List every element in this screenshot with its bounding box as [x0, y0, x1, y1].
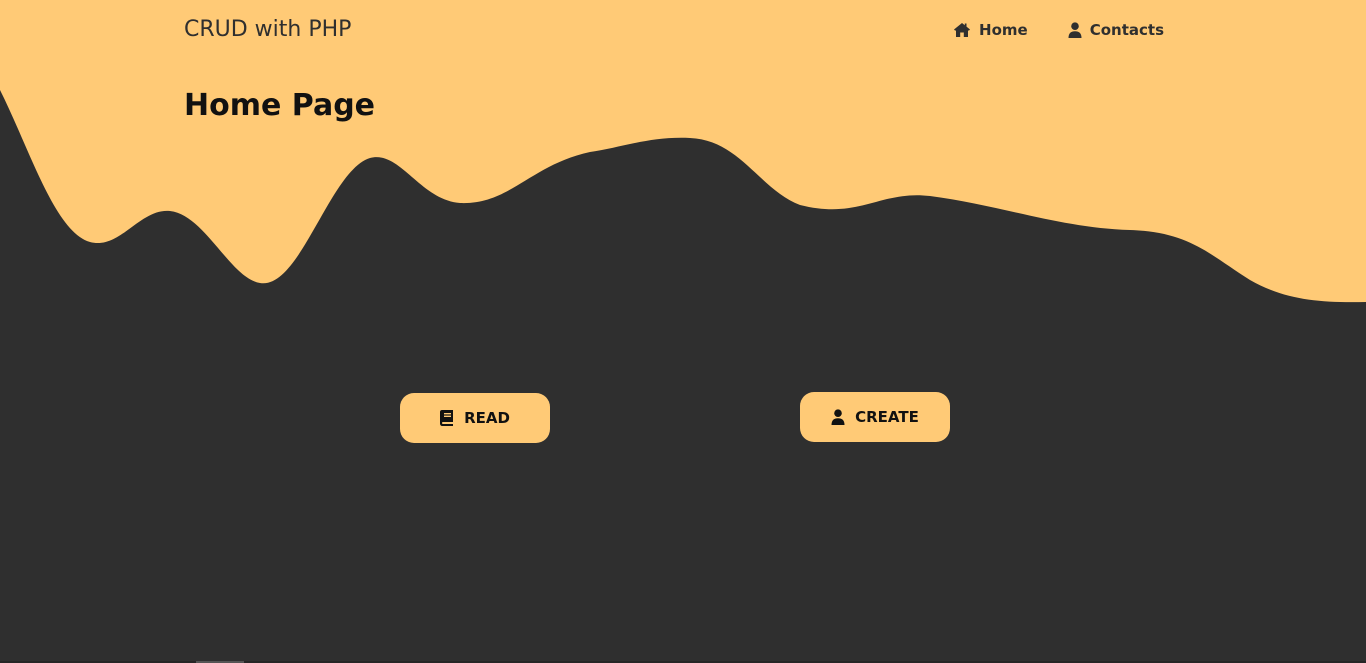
- page-title: Home Page: [184, 88, 376, 123]
- create-button[interactable]: CREATE: [800, 392, 950, 442]
- navbar: CRUD with PHP Home Contacts: [184, 0, 1164, 64]
- read-button-label: READ: [464, 409, 510, 427]
- read-button[interactable]: READ: [400, 393, 550, 443]
- brand-link[interactable]: CRUD with PHP: [184, 17, 351, 42]
- nav-links: Home Contacts: [953, 21, 1164, 39]
- page: CRUD with PHP Home Contacts Home Page RE…: [0, 0, 1366, 663]
- nav-link-contacts-label: Contacts: [1089, 21, 1164, 39]
- user-icon: [831, 409, 845, 425]
- nav-link-home[interactable]: Home: [953, 21, 1028, 39]
- book-icon: [440, 410, 454, 426]
- home-icon: [954, 23, 971, 37]
- user-icon: [1068, 22, 1082, 38]
- nav-link-contacts[interactable]: Contacts: [1068, 21, 1164, 39]
- create-button-label: CREATE: [855, 408, 919, 426]
- nav-link-home-label: Home: [979, 21, 1028, 39]
